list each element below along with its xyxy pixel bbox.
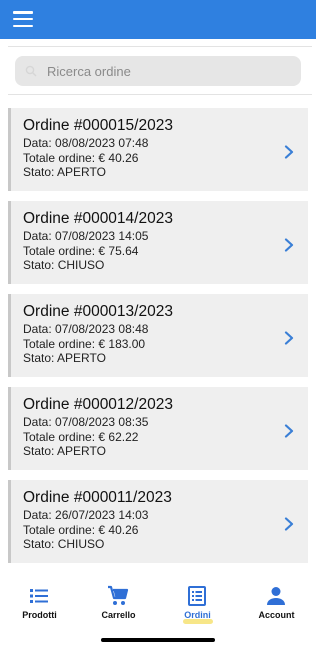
home-indicator — [101, 638, 215, 642]
order-item[interactable]: Ordine #000014/2023 Data: 07/08/2023 14:… — [8, 201, 308, 284]
order-title: Ordine #000012/2023 — [23, 396, 173, 413]
order-total: Totale ordine: € 75.64 — [23, 243, 139, 258]
chevron-right-icon — [284, 517, 294, 531]
chevron-right-icon — [284, 424, 294, 438]
order-title: Ordine #000011/2023 — [23, 489, 172, 506]
tab-label: Prodotti — [22, 610, 57, 620]
order-title: Ordine #000013/2023 — [23, 303, 173, 320]
order-date: Data: 07/08/2023 08:48 — [23, 322, 149, 336]
divider — [8, 94, 312, 95]
top-app-bar — [0, 0, 316, 39]
chevron-right-icon — [284, 238, 294, 252]
tab-label: Ordini — [184, 610, 211, 620]
order-title: Ordine #000014/2023 — [23, 210, 173, 227]
person-icon — [267, 587, 285, 605]
order-date: Data: 08/08/2023 07:48 — [23, 136, 149, 150]
order-title: Ordine #000015/2023 — [23, 117, 173, 134]
order-status: Stato: CHIUSO — [23, 537, 105, 551]
order-date: Data: 26/07/2023 14:03 — [23, 508, 149, 522]
order-total: Totale ordine: € 62.22 — [23, 429, 139, 444]
order-total: Totale ordine: € 183.00 — [23, 336, 146, 351]
tab-label: Carrello — [101, 610, 136, 620]
order-status: Stato: CHIUSO — [23, 258, 105, 272]
tab-account[interactable]: Account — [237, 578, 316, 650]
tab-prodotti[interactable]: Prodotti — [0, 578, 79, 650]
tab-label: Account — [258, 610, 295, 620]
cart-icon — [108, 585, 129, 605]
chevron-right-icon — [284, 331, 294, 345]
order-item[interactable]: Ordine #000011/2023 Data: 26/07/2023 14:… — [8, 480, 308, 563]
order-status: Stato: APERTO — [23, 165, 106, 179]
order-total: Totale ordine: € 40.26 — [23, 150, 139, 165]
search-input[interactable] — [47, 63, 287, 79]
receipt-icon — [188, 586, 206, 606]
order-date: Data: 07/08/2023 08:35 — [23, 415, 149, 429]
order-item[interactable]: Ordine #000013/2023 Data: 07/08/2023 08:… — [8, 294, 308, 377]
order-list: Ordine #000015/2023 Data: 08/08/2023 07:… — [8, 108, 308, 573]
order-status: Stato: APERTO — [23, 351, 106, 365]
list-icon — [30, 589, 48, 603]
order-date: Data: 07/08/2023 14:05 — [23, 229, 149, 243]
hamburger-menu-icon[interactable] — [13, 11, 33, 27]
divider — [8, 46, 312, 47]
chevron-right-icon — [284, 145, 294, 159]
order-item[interactable]: Ordine #000012/2023 Data: 07/08/2023 08:… — [8, 387, 308, 470]
search-icon — [25, 65, 37, 77]
order-status: Stato: APERTO — [23, 444, 106, 458]
search-bar[interactable] — [15, 56, 301, 86]
order-total: Totale ordine: € 40.26 — [23, 522, 139, 537]
order-item[interactable]: Ordine #000015/2023 Data: 08/08/2023 07:… — [8, 108, 308, 191]
